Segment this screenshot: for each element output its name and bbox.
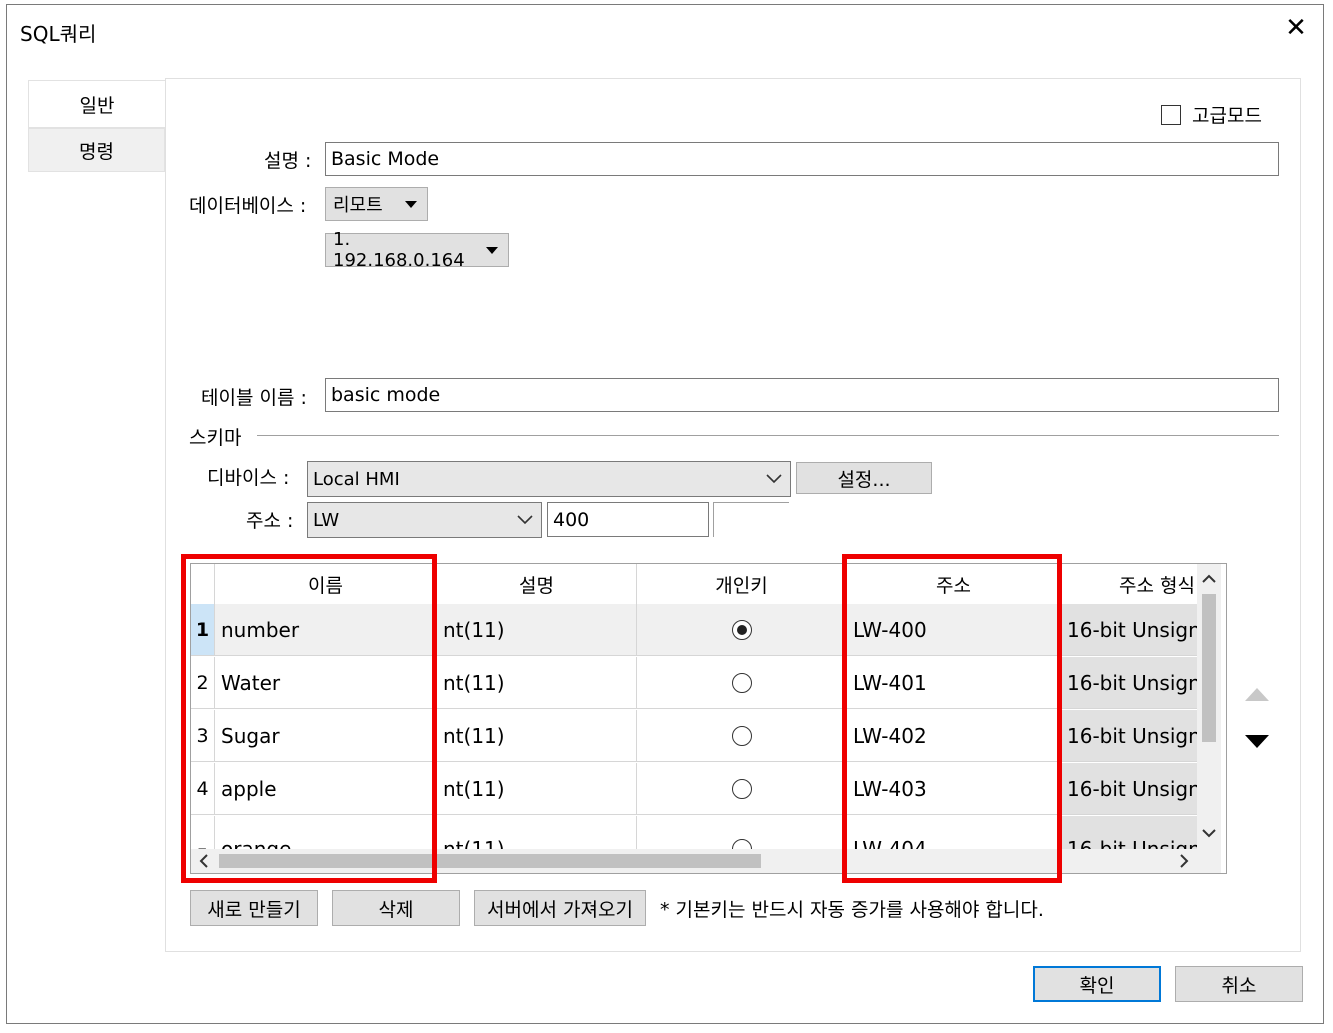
table-name-input[interactable]: basic mode — [325, 378, 1279, 412]
move-up-icon[interactable] — [1244, 686, 1270, 702]
tab-general[interactable]: 일반 — [28, 80, 165, 128]
address-format-cell[interactable]: 16-bit Unsign — [1061, 710, 1201, 762]
settings-button[interactable]: 설정... — [796, 462, 932, 494]
advanced-mode-checkbox[interactable] — [1161, 105, 1181, 125]
tab-command-label: 명령 — [79, 140, 114, 163]
highlight-address-column — [842, 554, 1062, 883]
description-cell[interactable]: nt(11) — [437, 604, 637, 656]
scroll-up-icon[interactable] — [1197, 568, 1221, 590]
description-cell[interactable]: nt(11) — [437, 763, 637, 815]
device-select[interactable]: Local HMI — [307, 461, 791, 497]
device-select-value: Local HMI — [313, 468, 400, 490]
table-name-label: 테이블 이름 : — [201, 387, 307, 409]
description-input[interactable]: Basic Mode — [325, 142, 1279, 176]
delete-button[interactable]: 삭제 — [332, 890, 460, 926]
close-icon[interactable]: ✕ — [1282, 14, 1310, 42]
private-key-cell[interactable] — [637, 763, 847, 815]
chevron-down-icon — [517, 515, 533, 525]
private-key-cell[interactable] — [637, 657, 847, 709]
private-key-radio[interactable] — [731, 619, 752, 640]
column-header-private-key[interactable]: 개인키 — [637, 564, 847, 604]
chevron-down-icon — [766, 474, 782, 484]
primary-key-note: * 기본키는 반드시 자동 증가를 사용해야 합니다. — [660, 899, 1044, 921]
address-format-cell[interactable]: 16-bit Unsign — [1061, 657, 1201, 709]
vertical-scrollbar[interactable] — [1197, 564, 1221, 849]
database-label: 데이터베이스 : — [189, 195, 307, 217]
chevron-down-icon — [405, 200, 417, 208]
address-format-cell[interactable]: 16-bit Unsign — [1061, 604, 1201, 656]
private-key-radio[interactable] — [731, 725, 752, 746]
schema-divider — [257, 435, 1279, 436]
advanced-mode-label: 고급모드 — [1192, 105, 1262, 127]
private-key-radio[interactable] — [731, 778, 752, 799]
fetch-from-server-button[interactable]: 서버에서 가져오기 — [474, 890, 646, 926]
private-key-cell[interactable] — [637, 710, 847, 762]
device-label: 디바이스 : — [207, 467, 290, 489]
description-cell[interactable]: nt(11) — [437, 657, 637, 709]
vertical-scroll-thumb[interactable] — [1202, 594, 1216, 742]
column-header-address-format[interactable]: 주소 형식 — [1061, 564, 1211, 604]
address-type-value: LW — [313, 509, 340, 531]
move-down-icon[interactable] — [1244, 734, 1270, 750]
schema-group-label: 스키마 — [189, 427, 242, 449]
address-label: 주소 : — [246, 510, 294, 532]
scrollbar-corner — [1197, 849, 1221, 873]
server-select-value: 1. 192.168.0.164 — [333, 229, 465, 271]
chevron-down-icon — [486, 246, 498, 254]
database-select-value: 리모트 — [333, 195, 383, 216]
tab-command[interactable]: 명령 — [28, 128, 165, 172]
address-format-cell[interactable]: 16-bit Unsign — [1061, 763, 1201, 815]
scroll-right-icon[interactable] — [1173, 849, 1195, 873]
database-select[interactable]: 리모트 — [325, 187, 428, 221]
address-spacer — [713, 502, 789, 537]
description-cell[interactable]: nt(11) — [437, 710, 637, 762]
server-select[interactable]: 1. 192.168.0.164 — [325, 229, 509, 271]
scroll-down-icon[interactable] — [1197, 822, 1221, 844]
address-type-select[interactable]: LW — [307, 502, 542, 538]
column-header-description[interactable]: 설명 — [437, 564, 637, 604]
private-key-radio[interactable] — [731, 672, 752, 693]
ok-button[interactable]: 확인 — [1033, 966, 1161, 1002]
window-title: SQL쿼리 — [20, 22, 97, 46]
cancel-button[interactable]: 취소 — [1175, 966, 1303, 1002]
highlight-name-column — [181, 554, 437, 883]
tab-general-label: 일반 — [79, 94, 115, 117]
description-label: 설명 : — [264, 150, 312, 172]
radio-selected-dot — [736, 624, 747, 635]
address-input[interactable]: 400 — [547, 502, 709, 537]
new-button[interactable]: 새로 만들기 — [190, 890, 318, 926]
private-key-cell[interactable] — [637, 604, 847, 656]
